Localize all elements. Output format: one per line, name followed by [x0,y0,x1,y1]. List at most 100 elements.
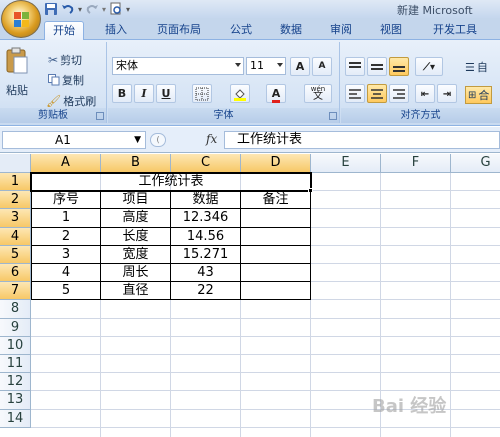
phonetic-guide-button[interactable]: wén 文 [304,84,332,103]
undo-icon[interactable] [61,2,75,16]
row-header-9[interactable]: 9 [0,318,31,337]
select-all-corner[interactable] [0,154,31,173]
cell-b6[interactable]: 周长 [101,264,171,283]
font-size-dropdown-icon[interactable] [277,63,283,67]
shrink-font-button[interactable]: A [312,57,332,76]
cell-c5[interactable]: 15.271 [171,245,241,264]
row-header-12[interactable]: 12 [0,373,31,392]
bold-icon: B [117,87,127,100]
row-header-8[interactable]: 8 [0,300,31,319]
row-header-6[interactable]: 6 [0,264,31,283]
print-preview-icon[interactable] [109,2,123,16]
cell-c3[interactable]: 12.346 [171,209,241,228]
qat-customize-icon[interactable]: ▾ [126,5,130,14]
column-header-a[interactable]: A [31,154,101,173]
row-header-11[interactable]: 11 [0,355,31,374]
column-header-b[interactable]: B [101,154,171,173]
office-button[interactable] [1,0,41,38]
clipboard-dialog-launcher[interactable] [96,112,104,120]
row-header-3[interactable]: 3 [0,209,31,228]
borders-button[interactable] [192,84,212,103]
cell-b3[interactable]: 高度 [101,209,171,228]
row-header-10[interactable]: 10 [0,336,31,355]
wrap-text-button[interactable]: ☰ 自 [465,59,488,75]
font-name-dropdown-icon[interactable] [235,63,241,67]
tab-view[interactable]: 视图 [372,21,410,40]
tab-insert[interactable]: 插入 [96,21,136,40]
formula-bar-resize-handle[interactable]: ( [150,133,166,147]
cell-d2-header[interactable]: 备注 [241,191,311,210]
align-center-button[interactable] [367,84,387,103]
column-header-f[interactable]: F [381,154,451,173]
cell-a6[interactable]: 4 [31,264,101,283]
cell-b5[interactable]: 宽度 [101,245,171,264]
tab-home[interactable]: 开始 [44,21,84,40]
font-name-value: 宋体 [116,59,138,72]
cell-a2-header[interactable]: 序号 [31,191,101,210]
paste-button[interactable]: 粘贴 [4,46,30,98]
underline-button[interactable]: U [156,84,176,103]
grow-font-button[interactable]: A [290,57,310,76]
column-header-c[interactable]: C [171,154,241,173]
insert-function-icon[interactable]: fx [206,132,217,146]
cell-b7[interactable]: 直径 [101,282,171,301]
fill-color-button[interactable] [230,84,250,103]
font-size-combobox[interactable]: 11 [246,57,286,75]
cell-c7[interactable]: 22 [171,282,241,301]
cell-a7[interactable]: 5 [31,282,101,301]
font-name-combobox[interactable]: 宋体 [112,57,244,75]
merge-center-button[interactable]: ⊞ 合 [465,86,493,104]
cell-a5[interactable]: 3 [31,245,101,264]
cell-a3[interactable]: 1 [31,209,101,228]
font-color-button[interactable]: A [266,84,286,103]
column-header-e[interactable]: E [311,154,381,173]
cut-button[interactable]: ✂ 剪切 [48,52,82,68]
format-painter-button[interactable]: 🖌 格式刷 [46,93,96,109]
cell-b2-header[interactable]: 项目 [101,191,171,210]
cell-a4[interactable]: 2 [31,227,101,246]
column-header-g[interactable]: G [451,154,500,173]
decrease-indent-button[interactable]: ⇤ [415,84,435,103]
row-header-4[interactable]: 4 [0,227,31,246]
row-header-14[interactable]: 14 [0,409,31,428]
increase-indent-button[interactable]: ⇥ [437,84,457,103]
redo-icon[interactable] [85,2,99,16]
cell-d5[interactable] [241,245,311,264]
bold-button[interactable]: B [112,84,132,103]
cell-d4[interactable] [241,227,311,246]
row-header-13[interactable]: 13 [0,391,31,410]
cell-d6[interactable] [241,264,311,283]
tab-data[interactable]: 数据 [272,21,310,40]
cell-a1-merged-title[interactable]: 工作统计表 [30,171,312,193]
row-header-2[interactable]: 2 [0,191,31,210]
align-bottom-button[interactable] [389,57,409,76]
cell-c2-header[interactable]: 数据 [171,191,241,210]
cell-c6[interactable]: 43 [171,264,241,283]
undo-dropdown-icon[interactable]: ▾ [78,5,82,14]
italic-button[interactable]: I [134,84,154,103]
cell-d3[interactable] [241,209,311,228]
tab-review[interactable]: 审阅 [322,21,360,40]
row-header-7[interactable]: 7 [0,282,31,301]
row-header-5[interactable]: 5 [0,245,31,264]
font-dialog-launcher[interactable] [329,112,337,120]
formula-input[interactable]: 工作统计表 [224,131,500,149]
cell-d7[interactable] [241,282,311,301]
redo-dropdown-icon[interactable]: ▾ [102,5,106,14]
row-header-1[interactable]: 1 [0,173,31,192]
tab-page-layout[interactable]: 页面布局 [148,21,210,40]
align-top-button[interactable] [345,57,365,76]
save-icon[interactable] [44,2,58,16]
copy-button[interactable]: 复制 [48,72,84,88]
tab-formulas[interactable]: 公式 [222,21,260,40]
align-right-button[interactable] [389,84,409,103]
tab-developer[interactable]: 开发工具 [424,21,486,40]
align-middle-button[interactable] [367,57,387,76]
cell-c4[interactable]: 14.56 [171,227,241,246]
orientation-button[interactable]: ⟋▾ [415,57,443,76]
align-left-button[interactable] [345,84,365,103]
name-box-dropdown-icon[interactable]: ▼ [134,132,141,148]
cell-b4[interactable]: 长度 [101,227,171,246]
column-header-d[interactable]: D [241,154,311,173]
name-box[interactable]: A1 ▼ [2,131,146,149]
